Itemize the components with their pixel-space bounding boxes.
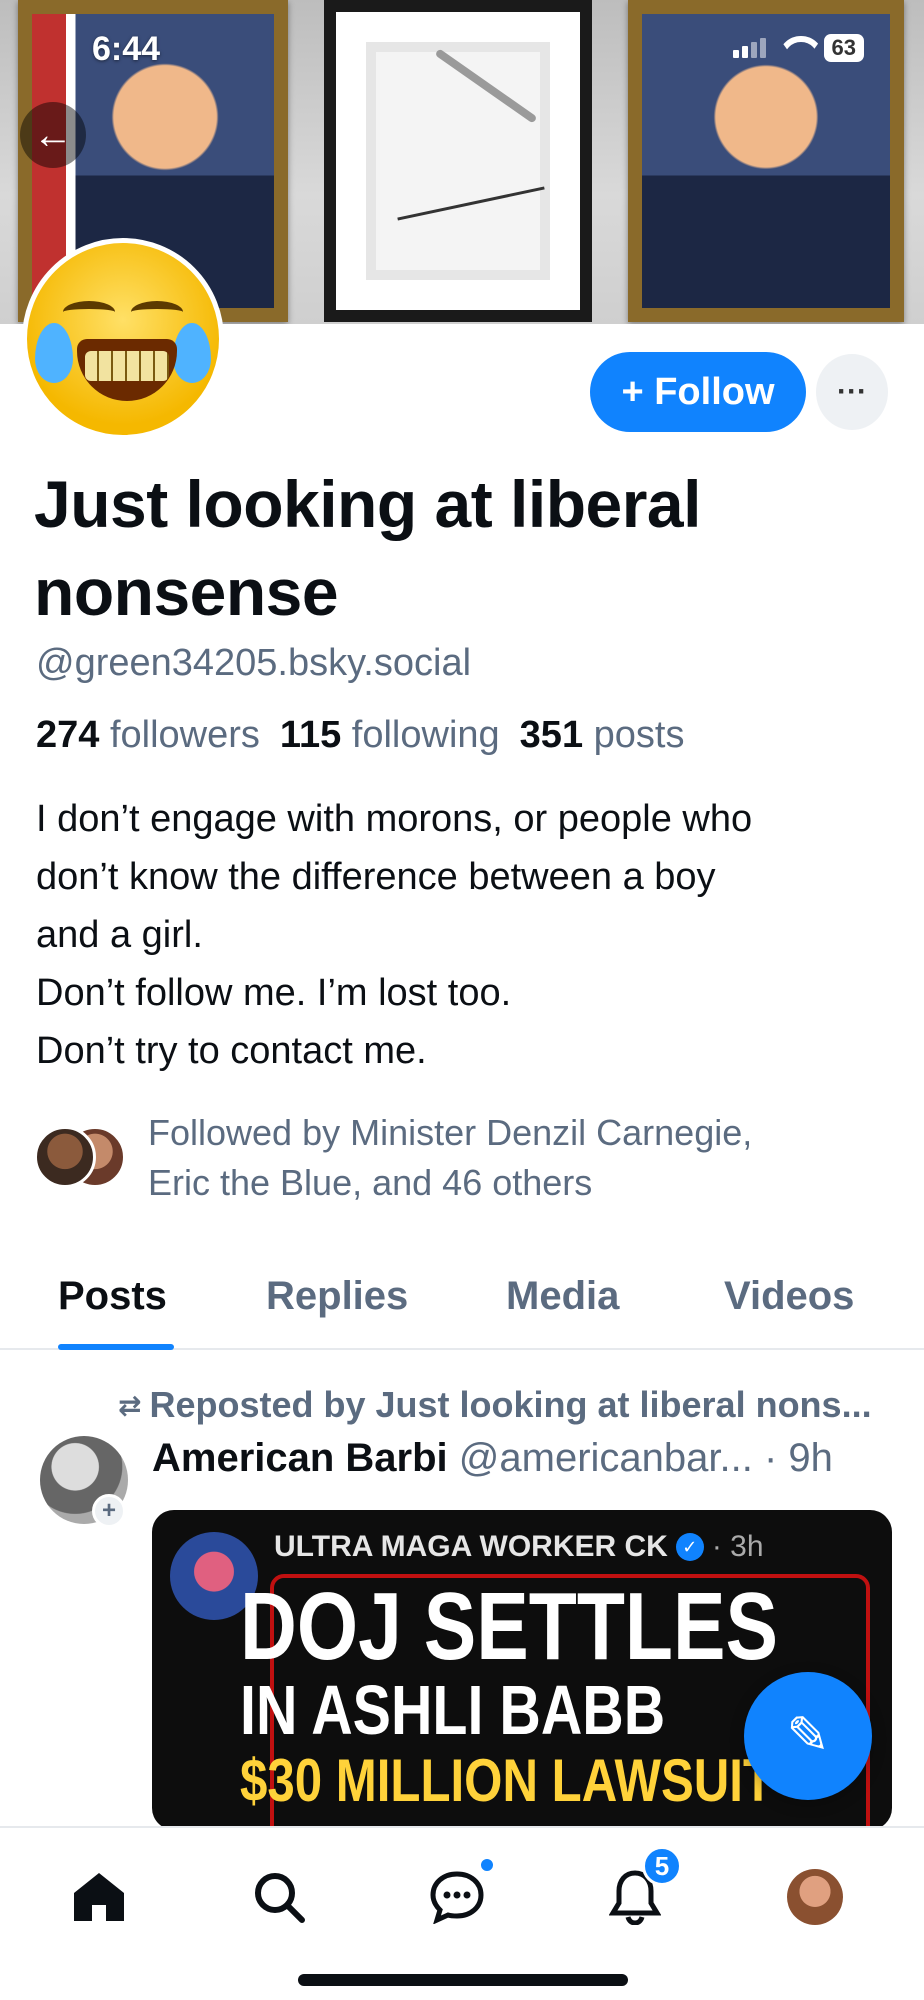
repost-icon: ⇄ — [118, 1389, 142, 1421]
embed-headline: $30 MILLION LAWSUIT — [240, 1747, 774, 1814]
search-icon — [255, 1873, 305, 1923]
post-header: American Barbi @americanbar... · 9h — [152, 1436, 833, 1481]
chat-icon — [430, 1871, 484, 1924]
home-indicator — [298, 1974, 628, 1986]
profile-bio: I don’t engage with morons, or people wh… — [36, 790, 896, 1080]
profile-avatar — [787, 1869, 843, 1925]
posts-label: posts — [593, 714, 685, 756]
mutual-avatars — [34, 1126, 126, 1190]
status-icons: 63 — [732, 34, 864, 62]
follow-plus-icon[interactable]: + — [92, 1494, 126, 1528]
tab-posts[interactable]: Posts — [58, 1274, 167, 1319]
followed-by-line: Eric the Blue, and 46 others — [148, 1162, 593, 1203]
bio-line: and a girl. — [36, 914, 203, 956]
following-count: 115 — [279, 714, 342, 756]
followers-count: 274 — [36, 714, 100, 756]
post-meta: @americanbar... · 9h — [458, 1436, 833, 1480]
notification-badge: 5 — [642, 1846, 682, 1886]
profile-tabs: Posts Replies Media Videos — [0, 1250, 924, 1350]
followed-by-line: Followed by Minister Denzil Carnegie, — [148, 1112, 753, 1153]
more-options-button[interactable]: ··· — [816, 354, 888, 430]
followers-label: followers — [109, 714, 260, 756]
arrow-left-icon: ← — [33, 113, 73, 157]
compose-icon: ✎ — [786, 1707, 830, 1765]
following-label: following — [351, 714, 500, 756]
tab-replies[interactable]: Replies — [266, 1274, 408, 1319]
nav-home[interactable] — [64, 1862, 134, 1932]
follow-button[interactable]: + Follow — [590, 352, 806, 432]
tab-media[interactable]: Media — [506, 1274, 619, 1319]
profile-avatar[interactable] — [22, 238, 224, 440]
status-time: 6:44 — [92, 30, 161, 68]
compose-button[interactable]: ✎ — [744, 1672, 872, 1800]
embed-headline: IN ASHLI BABB — [240, 1671, 666, 1749]
ellipsis-icon: ··· — [837, 375, 867, 408]
nav-chat[interactable] — [422, 1856, 496, 1932]
posts-count: 351 — [519, 714, 584, 756]
followers-stat[interactable]: 274 followers — [36, 714, 260, 757]
battery-icon: 63 — [823, 34, 864, 62]
tab-videos[interactable]: Videos — [724, 1274, 854, 1319]
followed-by[interactable]: Followed by Minister Denzil Carnegie, Er… — [34, 1108, 868, 1208]
repost-indicator[interactable]: ⇄ Reposted by Just looking at liberal no… — [118, 1384, 872, 1426]
nav-notifications[interactable]: 5 — [600, 1846, 682, 1932]
nav-profile[interactable] — [780, 1862, 850, 1932]
signal-icon — [732, 38, 766, 58]
bio-line: Don’t try to contact me. — [36, 1030, 427, 1072]
profile-stats: 274 followers 115 following 351 posts — [36, 714, 684, 757]
embed-headline: DOJ SETTLES — [240, 1573, 779, 1680]
nav-search[interactable] — [244, 1862, 314, 1932]
display-name: Just looking at liberal nonsense — [34, 467, 701, 629]
unread-dot — [478, 1856, 496, 1874]
active-tab-indicator — [58, 1344, 174, 1350]
posts-stat: 351 posts — [520, 714, 685, 757]
back-button[interactable]: ← — [20, 102, 86, 168]
wifi-icon — [778, 36, 812, 60]
bio-line: don’t know the difference between a boy — [36, 856, 716, 898]
followed-by-text: Followed by Minister Denzil Carnegie, Er… — [148, 1108, 868, 1208]
repost-text: Reposted by Just looking at liberal nons… — [149, 1384, 872, 1425]
bio-line: I don’t engage with morons, or people wh… — [36, 798, 753, 840]
post-author-name[interactable]: American Barbi — [152, 1436, 448, 1480]
following-stat[interactable]: 115 following — [280, 714, 500, 757]
home-icon — [74, 1873, 124, 1921]
bio-line: Don’t follow me. I’m lost too. — [36, 972, 512, 1014]
profile-handle[interactable]: @green34205.bsky.social — [36, 642, 471, 685]
banner-signature-frame — [324, 0, 592, 322]
